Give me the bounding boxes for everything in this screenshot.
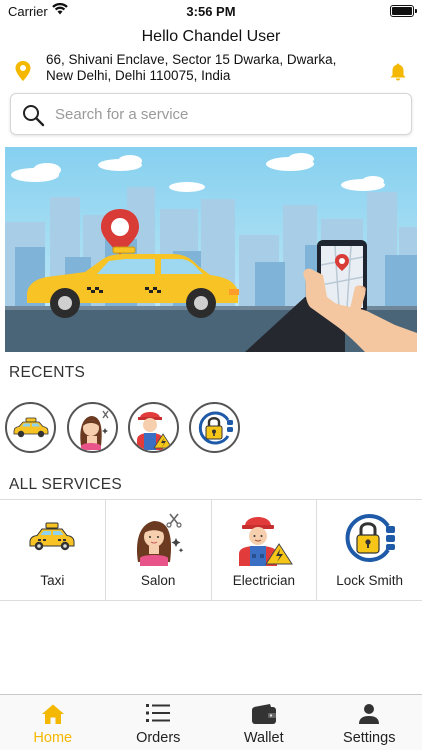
recent-electrician-button[interactable]: [128, 402, 179, 453]
service-label: Lock Smith: [336, 573, 404, 588]
recent-salon-button[interactable]: [67, 402, 118, 453]
tab-label: Orders: [136, 730, 181, 746]
bell-icon[interactable]: [388, 62, 408, 82]
list-icon: [146, 704, 171, 722]
tab-label: Home: [33, 730, 73, 746]
person-icon: [359, 704, 380, 724]
tab-settings[interactable]: Settings: [317, 695, 422, 750]
electrician-icon: [136, 411, 173, 450]
tab-home[interactable]: Home: [0, 695, 106, 750]
recents-heading: RECENTS: [9, 364, 86, 381]
salon-icon: [137, 513, 184, 566]
taxi-icon: [29, 522, 75, 551]
promo-banner[interactable]: [5, 147, 417, 352]
service-salon-tile[interactable]: Salon: [105, 500, 212, 600]
taxi-icon: [13, 417, 48, 437]
service-label: Electrician: [232, 573, 296, 588]
clock: 3:56 PM: [186, 4, 236, 19]
battery-icon: [390, 5, 417, 17]
home-icon: [41, 704, 64, 724]
service-taxi-tile[interactable]: Taxi: [0, 500, 106, 600]
lock-smith-icon: [198, 411, 233, 444]
recent-lock-smith-button[interactable]: [189, 402, 240, 453]
tab-label: Settings: [343, 730, 396, 746]
lock-smith-icon: [345, 514, 395, 562]
salon-icon: [79, 410, 109, 450]
tab-wallet[interactable]: Wallet: [211, 695, 317, 750]
bottom-tab-bar: Home Orders Wallet Settings: [0, 694, 422, 750]
all-services-heading: ALL SERVICES: [9, 476, 123, 493]
service-label: Taxi: [40, 573, 65, 588]
tab-orders[interactable]: Orders: [106, 695, 212, 750]
greeting-title: Hello Chandel User: [141, 28, 281, 45]
search-bar[interactable]: [10, 93, 412, 135]
services-grid: Taxi Salon Electrician Lock Smith: [0, 499, 422, 601]
search-input[interactable]: [55, 102, 395, 126]
status-bar: Carrier 3:56 PM: [0, 0, 422, 22]
service-electrician-tile[interactable]: Electrician: [211, 500, 318, 600]
service-label: Salon: [140, 573, 176, 588]
service-lock-smith-tile[interactable]: Lock Smith: [317, 500, 422, 600]
recent-taxi-button[interactable]: [5, 402, 56, 453]
wallet-icon: [251, 704, 276, 724]
electrician-icon: [238, 517, 293, 566]
tab-label: Wallet: [243, 730, 284, 746]
location-pin-icon[interactable]: [14, 60, 32, 82]
current-address[interactable]: 66, Shivani Enclave, Sector 15 Dwarka, D…: [46, 52, 366, 84]
search-icon: [23, 105, 45, 127]
taxi-booking-illustration: [5, 147, 417, 352]
